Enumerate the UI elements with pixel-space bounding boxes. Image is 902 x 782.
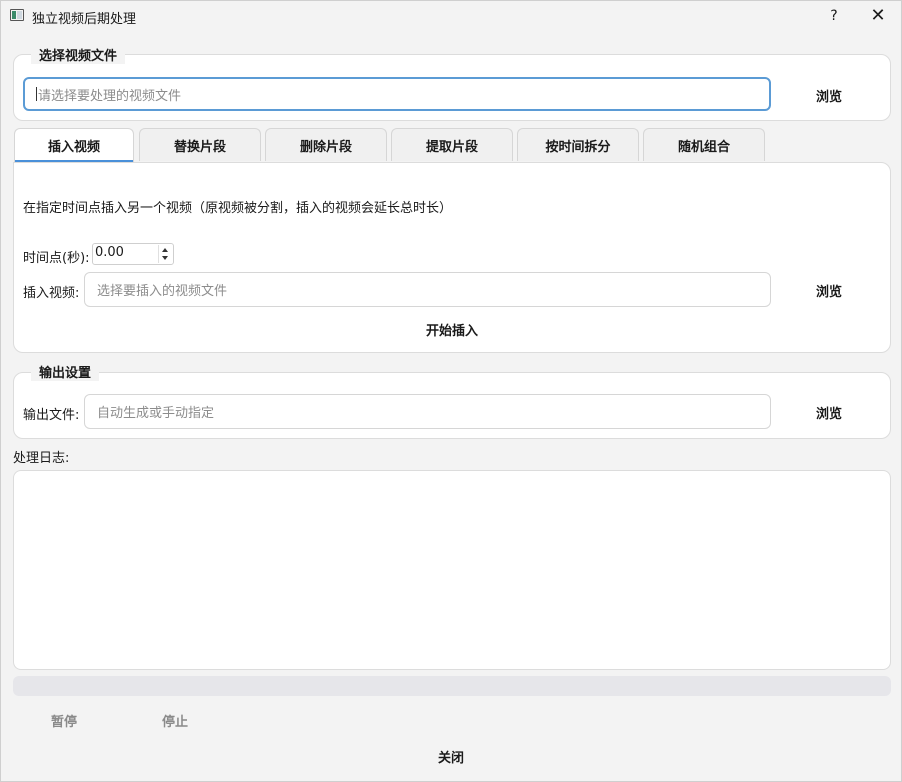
tab-random-combine[interactable]: 随机组合 — [643, 128, 765, 161]
progress-bar — [13, 676, 891, 696]
tab-replace-segment[interactable]: 替换片段 — [139, 128, 261, 161]
app-window: 独立视频后期处理 ? ✕ 选择视频文件 请选择要处理的视频文件 浏览 插入视频 … — [0, 0, 902, 782]
output-file-label: 输出文件: — [23, 408, 80, 423]
tab-split-by-time[interactable]: 按时间拆分 — [517, 128, 639, 161]
browse-output-button[interactable]: 浏览 — [791, 396, 867, 428]
close-window-button[interactable]: ✕ — [865, 5, 891, 27]
insert-video-input[interactable]: 选择要插入的视频文件 — [84, 272, 771, 307]
output-settings-title: 输出设置 — [31, 362, 100, 381]
time-point-spinbox[interactable]: 0.00 — [92, 243, 174, 265]
browse-insert-video-button[interactable]: 浏览 — [791, 274, 867, 306]
spin-up-arrow-icon[interactable] — [162, 248, 168, 252]
stop-button[interactable]: 停止 — [162, 711, 188, 730]
tab-extract-segment[interactable]: 提取片段 — [391, 128, 513, 161]
insert-video-label: 插入视频: — [23, 286, 80, 301]
app-window-icon — [10, 9, 24, 21]
start-insert-button[interactable]: 开始插入 — [396, 314, 508, 344]
tab-insert-video[interactable]: 插入视频 — [14, 128, 134, 162]
tab-delete-segment[interactable]: 删除片段 — [265, 128, 387, 161]
insert-description: 在指定时间点插入另一个视频（原视频被分割，插入的视频会延长总时长） — [23, 201, 453, 216]
processing-log[interactable] — [13, 470, 891, 670]
time-point-value: 0.00 — [95, 245, 124, 260]
window-title: 独立视频后期处理 — [32, 12, 137, 27]
output-file-input[interactable]: 自动生成或手动指定 — [84, 394, 771, 429]
browse-video-button[interactable]: 浏览 — [791, 79, 867, 111]
video-file-input[interactable]: 请选择要处理的视频文件 — [23, 77, 771, 111]
help-button[interactable]: ? — [823, 5, 845, 27]
time-point-label: 时间点(秒): — [23, 251, 90, 266]
file-select-group-title: 选择视频文件 — [31, 45, 126, 64]
close-dialog-button[interactable]: 关闭 — [411, 741, 491, 771]
spin-down-arrow-icon[interactable] — [162, 256, 168, 260]
spinbox-buttons — [158, 245, 172, 263]
pause-button[interactable]: 暂停 — [51, 711, 77, 730]
log-label: 处理日志: — [13, 451, 70, 466]
text-caret — [36, 87, 37, 101]
title-bar: 独立视频后期处理 ? ✕ — [1, 1, 901, 31]
